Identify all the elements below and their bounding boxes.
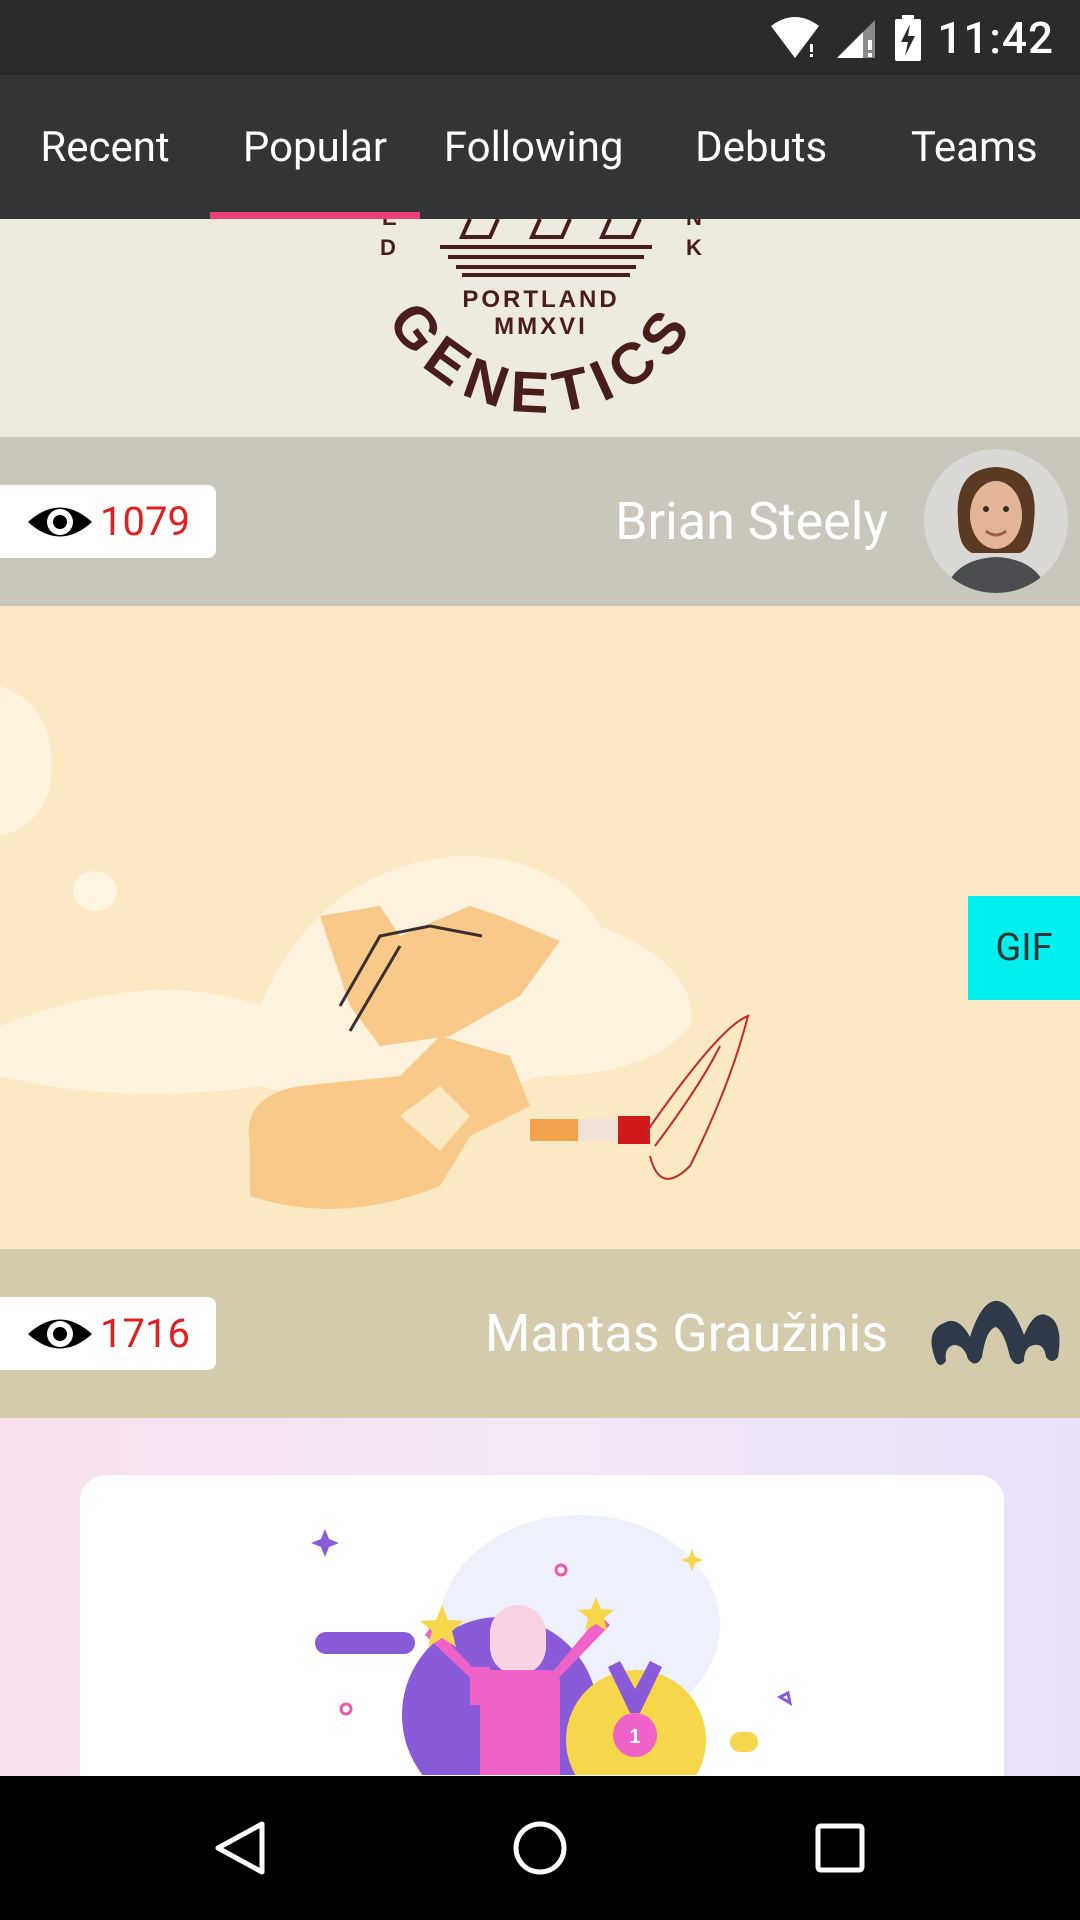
genetics-logo: D E K N PORTLAND MMXVI GENETICS	[376, 219, 702, 426]
home-circle-icon	[513, 1821, 567, 1875]
svg-text:D: D	[380, 235, 396, 260]
status-icons: 11:42	[769, 0, 1054, 75]
svg-text:N: N	[686, 219, 702, 230]
cell-signal-icon	[837, 19, 876, 58]
shot-image-award[interactable]: 1	[0, 1418, 1080, 1776]
eye-icon	[28, 1319, 92, 1348]
status-bar: 11:42	[0, 0, 1080, 75]
tab-label: Following	[443, 122, 624, 172]
avatar[interactable]	[924, 1261, 1068, 1405]
avatar-portrait	[924, 449, 1068, 593]
tab-label: Teams	[910, 122, 1038, 172]
tab-following[interactable]: Following	[420, 75, 647, 219]
medal-number: 1	[629, 1726, 640, 1748]
back-triangle-icon	[215, 1821, 265, 1875]
eye-icon	[28, 507, 92, 536]
svg-text:K: K	[686, 235, 702, 260]
award-illustration: 1	[311, 1515, 793, 1776]
view-count: 1079	[100, 498, 190, 545]
recents-square-icon	[815, 1823, 865, 1873]
tab-label: Debuts	[695, 122, 828, 172]
tab-indicator	[209, 212, 420, 219]
tab-bar: Recent Popular Following Debuts Teams	[0, 75, 1080, 219]
shot-feed[interactable]: D E K N PORTLAND MMXVI GENETICS 1079 Bri…	[0, 219, 1080, 1776]
author-name[interactable]: Brian Steely	[615, 437, 888, 606]
view-count: 1716	[100, 1310, 190, 1357]
avatar[interactable]	[924, 449, 1068, 593]
logo-year: MMXVI	[494, 313, 588, 340]
tab-label: Recent	[40, 122, 170, 172]
wifi-icon	[771, 16, 820, 58]
illustration-card: 1	[80, 1475, 1004, 1776]
shot-info-bar[interactable]: 1079 Brian Steely	[0, 437, 1080, 606]
back-button[interactable]	[168, 1776, 312, 1920]
gif-illustration	[0, 606, 1080, 1249]
logo-portland: PORTLAND	[462, 286, 619, 313]
status-time: 11:42	[937, 11, 1054, 64]
tab-recent[interactable]: Recent	[0, 75, 210, 219]
svg-text:E: E	[382, 219, 397, 230]
tab-debuts[interactable]: Debuts	[647, 75, 874, 219]
shot-image-gif[interactable]: GIF	[0, 606, 1080, 1249]
battery-charging-icon	[895, 14, 922, 61]
tab-teams[interactable]: Teams	[875, 75, 1080, 219]
tab-popular[interactable]: Popular	[209, 75, 420, 219]
view-count-badge: 1079	[0, 485, 216, 558]
home-button[interactable]	[468, 1776, 612, 1920]
view-count-badge: 1716	[0, 1297, 216, 1370]
author-name[interactable]: Mantas Graužinis	[485, 1249, 888, 1418]
tab-label: Popular	[242, 122, 388, 172]
mustache-logo	[931, 1300, 1060, 1365]
gif-badge: GIF	[968, 896, 1080, 1000]
recents-button[interactable]	[768, 1776, 912, 1920]
navigation-bar	[0, 1776, 1080, 1920]
shot-info-bar[interactable]: 1716 Mantas Graužinis	[0, 1249, 1080, 1418]
shot-image-genetics[interactable]: D E K N PORTLAND MMXVI GENETICS	[0, 219, 1080, 437]
